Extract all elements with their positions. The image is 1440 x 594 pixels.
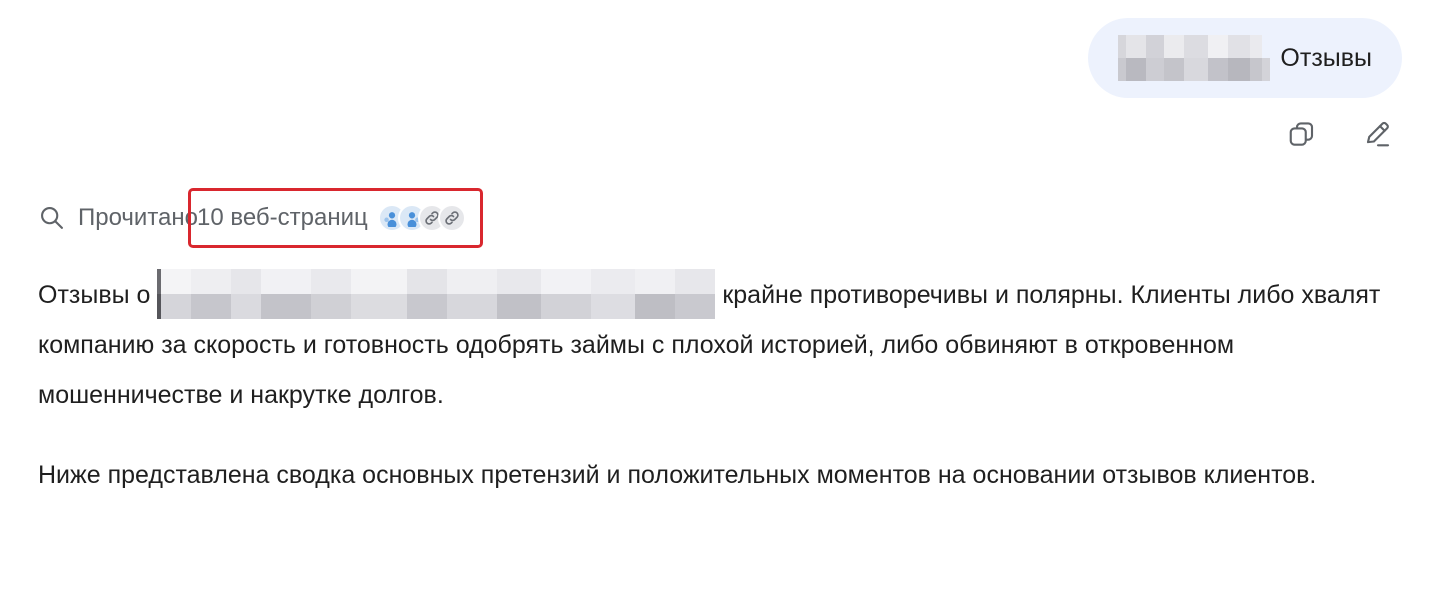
redacted-text <box>1118 35 1271 81</box>
user-message-text: Отзывы <box>1280 43 1372 72</box>
edit-button[interactable] <box>1360 116 1396 152</box>
user-message-bubble: Отзывы <box>1088 18 1402 98</box>
link-icon <box>437 204 466 232</box>
search-icon <box>38 204 66 232</box>
redacted-text <box>157 269 716 320</box>
sources-summary: Прочитано 10 веб-страниц <box>38 188 483 248</box>
chat-view: Отзывы Прочитано 10 веб-страниц Отзывы о… <box>0 0 1440 594</box>
sources-count: 10 веб-страниц <box>197 204 368 231</box>
response-paragraph: Ниже представлена сводка основных претен… <box>38 461 1317 489</box>
sources-button[interactable]: 10 веб-страниц <box>188 188 483 248</box>
message-actions <box>1284 116 1396 152</box>
copy-button[interactable] <box>1284 116 1320 152</box>
sources-read-label: Прочитано <box>78 204 198 231</box>
response-paragraph: Отзывы о крайне противоречивы и полярны.… <box>38 269 1408 420</box>
edit-pencil-icon <box>1366 121 1390 147</box>
copy-icon <box>1289 122 1314 146</box>
source-favicons <box>377 204 466 232</box>
response-text: Отзывы о <box>38 281 158 309</box>
assistant-response: Отзывы о крайне противоречивы и полярны.… <box>38 269 1408 500</box>
